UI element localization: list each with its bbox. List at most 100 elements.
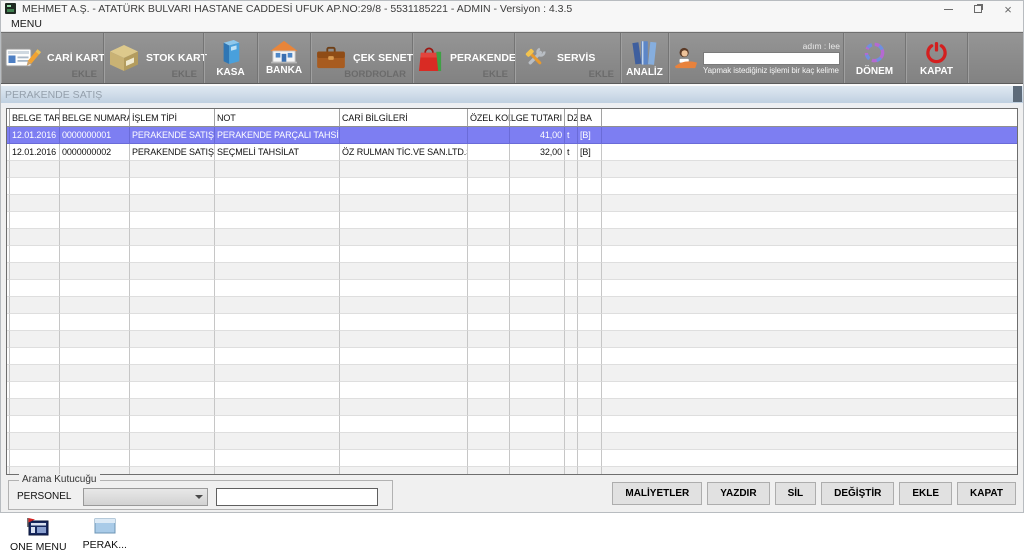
table-row[interactable]: [7, 212, 1017, 229]
window-controls: ×: [933, 1, 1023, 17]
table-cell: [10, 280, 60, 297]
table-cell: 12.01.2016: [10, 127, 60, 144]
toolbar-button-donem[interactable]: DÖNEM: [844, 33, 906, 83]
toolbar-button-perakende[interactable]: PERAKENDE EKLE: [413, 33, 515, 83]
table-cell: [215, 280, 340, 297]
table-cell: [10, 246, 60, 263]
degistir-button[interactable]: DEĞİŞTİR: [821, 482, 894, 505]
table-cell: [10, 212, 60, 229]
column-header[interactable]: BELGE TUTARI: [510, 109, 565, 127]
table-row[interactable]: [7, 297, 1017, 314]
table-cell: [10, 195, 60, 212]
yazdir-button[interactable]: YAZDIR: [707, 482, 769, 505]
toolbar-button-kapat[interactable]: KAPAT: [906, 33, 968, 83]
maximize-button[interactable]: [963, 1, 993, 17]
table-cell: [578, 467, 602, 475]
groupbox-title: Arama Kutucuğu: [19, 474, 100, 485]
table-cell: [602, 365, 1017, 382]
search-text-input[interactable]: [216, 488, 378, 506]
toolbar-button-label: STOK KART: [146, 52, 207, 64]
table-cell: [340, 450, 468, 467]
table-cell: [10, 399, 60, 416]
logged-in-user: adım : lee: [703, 41, 840, 51]
table-row[interactable]: 12.01.20160000000001PERAKENDE SATIŞPERAK…: [7, 127, 1017, 144]
table-cell: [468, 246, 510, 263]
table-cell: [602, 212, 1017, 229]
servis-icon: [519, 46, 551, 70]
column-header[interactable]: BELGE TARİHİ: [10, 109, 60, 127]
table-row[interactable]: [7, 450, 1017, 467]
column-header[interactable]: CARİ BİLGİLERİ: [340, 109, 468, 127]
table-cell: [578, 280, 602, 297]
table-row[interactable]: [7, 263, 1017, 280]
table-row[interactable]: [7, 280, 1017, 297]
table-cell: [215, 229, 340, 246]
taskbar-item-one-menu[interactable]: ONE MENU: [10, 518, 67, 553]
table-cell: [60, 314, 130, 331]
table-row[interactable]: [7, 331, 1017, 348]
toolbar-button-kasa[interactable]: KASA: [204, 33, 258, 83]
search-field-combobox[interactable]: [83, 488, 208, 506]
table-cell: [340, 161, 468, 178]
table-cell: [578, 416, 602, 433]
table-cell: [578, 331, 602, 348]
table-cell: [10, 229, 60, 246]
ekle-button[interactable]: EKLE: [899, 482, 952, 505]
table-cell: [60, 331, 130, 348]
table-cell: [215, 467, 340, 475]
table-row[interactable]: [7, 416, 1017, 433]
table-cell: [215, 314, 340, 331]
table-cell: [602, 297, 1017, 314]
table-row[interactable]: 12.01.20160000000002PERAKENDE SATIŞSEÇME…: [7, 144, 1017, 161]
documents-table: BELGE TARİHİ BELGE NUMARASI İŞLEM TİPİ N…: [6, 108, 1018, 475]
table-cell: [565, 467, 578, 475]
column-header[interactable]: BELGE NUMARASI: [60, 109, 130, 127]
table-cell: [60, 195, 130, 212]
table-cell: [340, 212, 468, 229]
maliyetler-button[interactable]: MALİYETLER: [612, 482, 702, 505]
kapat-button[interactable]: KAPAT: [957, 482, 1016, 505]
toolbar-button-cari-kart[interactable]: CARİ KART EKLE: [1, 33, 104, 83]
table-row[interactable]: [7, 246, 1017, 263]
column-header[interactable]: NOT: [215, 109, 340, 127]
taskbar-item-perakende[interactable]: PERAK...: [83, 518, 127, 551]
table-cell: [510, 195, 565, 212]
chevron-down-icon: [195, 495, 203, 499]
table-cell: [130, 229, 215, 246]
table-row[interactable]: [7, 348, 1017, 365]
table-cell: [602, 331, 1017, 348]
column-header[interactable]: ÖZEL KOD: [468, 109, 510, 127]
sil-button[interactable]: SİL: [775, 482, 817, 505]
table-row[interactable]: [7, 161, 1017, 178]
table-cell: [340, 416, 468, 433]
table-cell: PERAKENDE PARÇALI TAHSİLAT: [215, 127, 340, 144]
table-row[interactable]: [7, 399, 1017, 416]
toolbar-button-cek-senet[interactable]: ÇEK SENET BORDROLAR: [311, 33, 413, 83]
toolbar-button-sublabel: EKLE: [483, 69, 508, 80]
table-cell: [10, 161, 60, 178]
menubar: MENU: [1, 17, 1023, 32]
toolbar-button-analiz[interactable]: ANALİZ: [621, 33, 669, 83]
close-button[interactable]: ×: [993, 1, 1023, 17]
table-row[interactable]: [7, 433, 1017, 450]
column-header[interactable]: DZ: [565, 109, 578, 127]
toolbar-button-servis[interactable]: SERVİS EKLE: [515, 33, 621, 83]
table-row[interactable]: [7, 229, 1017, 246]
command-search-input[interactable]: [703, 52, 840, 65]
toolbar-button-stok-kart[interactable]: STOK KART EKLE: [104, 33, 204, 83]
table-cell: [565, 416, 578, 433]
minimize-button[interactable]: [933, 1, 963, 17]
panel-corner-handle[interactable]: [1013, 86, 1022, 102]
table-row[interactable]: [7, 365, 1017, 382]
column-header[interactable]: BA: [578, 109, 602, 127]
table-row[interactable]: [7, 314, 1017, 331]
table-row[interactable]: [7, 382, 1017, 399]
menu-item-menu[interactable]: MENU: [9, 18, 44, 30]
table-cell: [468, 399, 510, 416]
table-row[interactable]: [7, 467, 1017, 475]
column-header[interactable]: İŞLEM TİPİ: [130, 109, 215, 127]
table-cell: [565, 399, 578, 416]
table-row[interactable]: [7, 195, 1017, 212]
toolbar-button-banka[interactable]: BANKA: [258, 33, 311, 83]
table-row[interactable]: [7, 178, 1017, 195]
